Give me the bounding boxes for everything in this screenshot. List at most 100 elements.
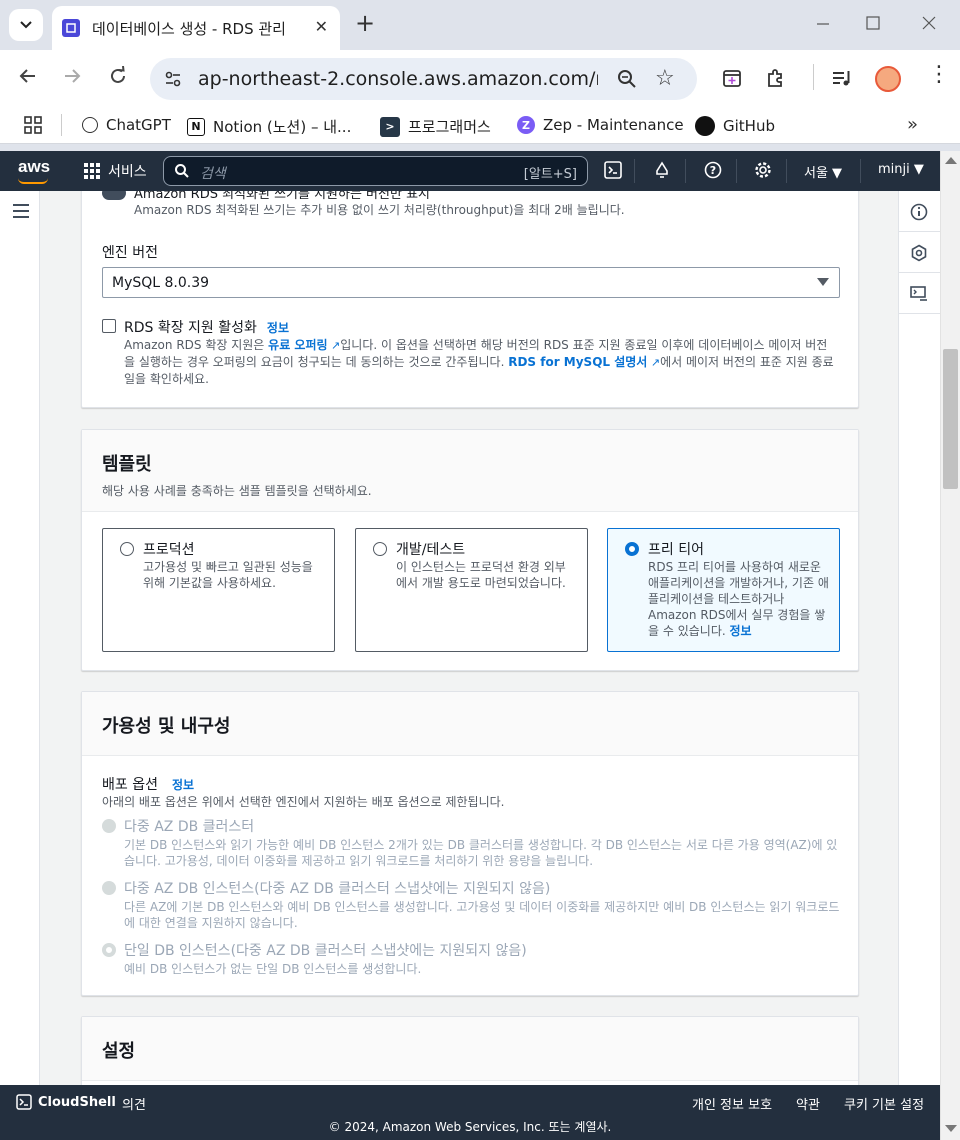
- search-placeholder: 검색: [200, 166, 226, 182]
- help-icon[interactable]: ?: [704, 161, 722, 179]
- zep-icon: Z: [517, 116, 535, 134]
- engine-options-card: Amazon RDS 최적화된 쓰기를 지원하는 버전만 표시 Amazon R…: [81, 191, 859, 408]
- utility-rail: [898, 191, 940, 1085]
- extensions-puzzle-icon[interactable]: [766, 68, 786, 88]
- privacy-link[interactable]: 개인 정보 보호: [692, 1094, 772, 1113]
- bookmark-divider: [61, 114, 62, 136]
- search-icon: [175, 164, 189, 178]
- deploy-options-description: 아래의 배포 옵션은 위에서 선택한 엔진에서 지원하는 배포 옵션으로 제한됩…: [102, 795, 505, 809]
- address-bar[interactable]: ap-northeast-2.console.aws.amazon.com/rd…: [150, 58, 697, 100]
- optimized-writes-toggle[interactable]: [102, 191, 126, 200]
- cloudshell-button[interactable]: CloudShell: [16, 1094, 116, 1110]
- deploy-option-title: 다중 AZ DB 클러스터: [124, 819, 255, 835]
- bookmark-programmers[interactable]: > 프로그래머스: [380, 116, 491, 137]
- apps-grid-icon[interactable]: [24, 116, 42, 134]
- template-dev-test[interactable]: 개발/테스트 이 인스턴스는 프로덕션 환경 외부에서 개발 용도로 마련되었습…: [355, 528, 588, 652]
- radio-button-disabled[interactable]: [102, 881, 116, 895]
- mysql-guide-link[interactable]: RDS for MySQL 설명서: [508, 355, 647, 369]
- menu-hamburger-icon[interactable]: [13, 204, 29, 218]
- media-playlist-icon[interactable]: [831, 68, 853, 88]
- bookmark-star-icon[interactable]: ☆: [655, 66, 675, 91]
- browser-tab-active[interactable]: 데이터베이스 생성 - RDS 관리 ✕: [52, 6, 340, 50]
- extended-support-description: Amazon RDS 확장 지원은 유료 오퍼링 ↗입니다. 이 옵션을 선택하…: [124, 337, 834, 387]
- extended-support-label-row: RDS 확장 지원 활성화 정보: [124, 317, 289, 337]
- url-text: ap-northeast-2.console.aws.amazon.com/rd…: [198, 68, 598, 90]
- tab-search-button[interactable]: [9, 9, 43, 41]
- notifications-bell-icon[interactable]: [653, 161, 671, 179]
- paid-offering-link[interactable]: 유료 오퍼링: [268, 338, 327, 352]
- radio-button-selected[interactable]: [625, 542, 639, 556]
- new-tab-button[interactable]: +: [355, 11, 375, 35]
- bookmark-zep[interactable]: Z Zep - Maintenance: [517, 116, 684, 134]
- template-free-tier[interactable]: 프리 티어 RDS 프리 티어를 사용하여 새로운 애플리케이션을 개발하거나,…: [607, 528, 840, 652]
- bookmark-label: Zep - Maintenance: [543, 116, 684, 134]
- rail-divider: [899, 313, 940, 314]
- close-window-icon[interactable]: [922, 14, 936, 35]
- deploy-option-description: 다른 AZ에 기본 DB 인스턴스와 예비 DB 인스턴스를 생성합니다. 고가…: [124, 900, 840, 930]
- info-panel-icon[interactable]: [910, 203, 928, 221]
- browser-toolbar: ap-northeast-2.console.aws.amazon.com/rd…: [0, 50, 960, 106]
- page-scrollbar[interactable]: [940, 151, 960, 1140]
- profile-avatar[interactable]: [875, 66, 901, 92]
- notion-icon: N: [187, 117, 205, 136]
- feedback-screen-icon[interactable]: [910, 285, 928, 303]
- maximize-icon[interactable]: [866, 14, 880, 35]
- services-label: 서비스: [108, 164, 147, 180]
- info-link[interactable]: 정보: [267, 319, 289, 336]
- bookmark-chatgpt[interactable]: ChatGPT: [82, 116, 171, 134]
- settings-gear-icon[interactable]: [754, 161, 772, 179]
- engine-version-select[interactable]: MySQL 8.0.39: [102, 267, 840, 298]
- deploy-option-description: 기본 DB 인스턴스와 읽기 가능한 예비 DB 인스턴스 2개가 있는 DB …: [124, 838, 838, 868]
- site-info-icon[interactable]: [164, 70, 182, 88]
- radio-button-disabled[interactable]: [102, 819, 116, 833]
- radio-button-disabled-selected[interactable]: [102, 943, 116, 957]
- cloudshell-icon[interactable]: [604, 161, 622, 179]
- header-divider: [860, 159, 861, 183]
- aws-logo[interactable]: aws: [18, 157, 50, 177]
- forward-icon[interactable]: [62, 66, 82, 91]
- more-bookmarks-icon[interactable]: »: [907, 114, 918, 135]
- external-link-icon: ↗: [327, 339, 341, 352]
- extension-box-icon[interactable]: [722, 68, 742, 88]
- caret-down-icon: [817, 278, 829, 286]
- deploy-option-description: 예비 DB 인스턴스가 없는 단일 DB 인스턴스를 생성합니다.: [124, 962, 422, 976]
- template-production[interactable]: 프로덕션 고가용성 및 빠르고 일관된 성능을 위해 기본값을 사용하세요.: [102, 528, 335, 652]
- cloudshell-icon: [16, 1094, 32, 1110]
- github-icon: [695, 116, 715, 136]
- extended-support-checkbox[interactable]: [102, 319, 116, 333]
- minimize-icon[interactable]: [816, 14, 830, 35]
- services-menu[interactable]: 서비스: [84, 161, 147, 181]
- cookie-preferences-link[interactable]: 쿠키 기본 설정: [844, 1094, 924, 1113]
- engine-version-value: MySQL 8.0.39: [112, 275, 210, 291]
- bookmark-label: ChatGPT: [106, 116, 171, 134]
- engine-version-label: 엔진 버전: [102, 245, 158, 261]
- account-menu[interactable]: minji ▼: [878, 162, 924, 177]
- scrollbar-thumb[interactable]: [943, 349, 958, 489]
- template-title: 프로덕션: [143, 542, 195, 558]
- hexagon-resources-icon[interactable]: [910, 244, 928, 262]
- copyright-text: © 2024, Amazon Web Services, Inc. 또는 계열사…: [328, 1120, 612, 1134]
- info-link[interactable]: 정보: [730, 624, 752, 638]
- svg-text:?: ?: [710, 164, 716, 177]
- back-icon[interactable]: [18, 66, 38, 91]
- tab-close-icon[interactable]: ✕: [315, 17, 328, 36]
- radio-button[interactable]: [120, 542, 134, 556]
- info-link[interactable]: 정보: [172, 776, 194, 793]
- desc-text: Amazon RDS 확장 지원은: [124, 338, 269, 352]
- scroll-up-arrow-icon[interactable]: [945, 157, 957, 164]
- external-link-icon: ↗: [647, 356, 661, 369]
- cloudshell-label: CloudShell: [38, 1094, 116, 1110]
- browser-menu-icon[interactable]: ⋮: [928, 64, 950, 86]
- terms-link[interactable]: 약관: [796, 1094, 820, 1113]
- feedback-link[interactable]: 의견: [122, 1094, 146, 1113]
- browser-tab-bar: 데이터베이스 생성 - RDS 관리 ✕ +: [0, 0, 960, 50]
- zoom-icon[interactable]: [616, 68, 638, 90]
- bookmark-notion[interactable]: N Notion (노션) – 내...: [187, 116, 351, 137]
- region-selector[interactable]: 서울 ▼: [804, 162, 842, 181]
- aws-search-input[interactable]: 검색 [알트+S]: [163, 156, 588, 186]
- bookmark-github[interactable]: GitHub: [695, 116, 775, 136]
- reload-icon[interactable]: [108, 65, 128, 91]
- scroll-down-arrow-icon[interactable]: [945, 1125, 957, 1132]
- radio-button[interactable]: [373, 542, 387, 556]
- template-title: 프리 티어: [648, 542, 704, 558]
